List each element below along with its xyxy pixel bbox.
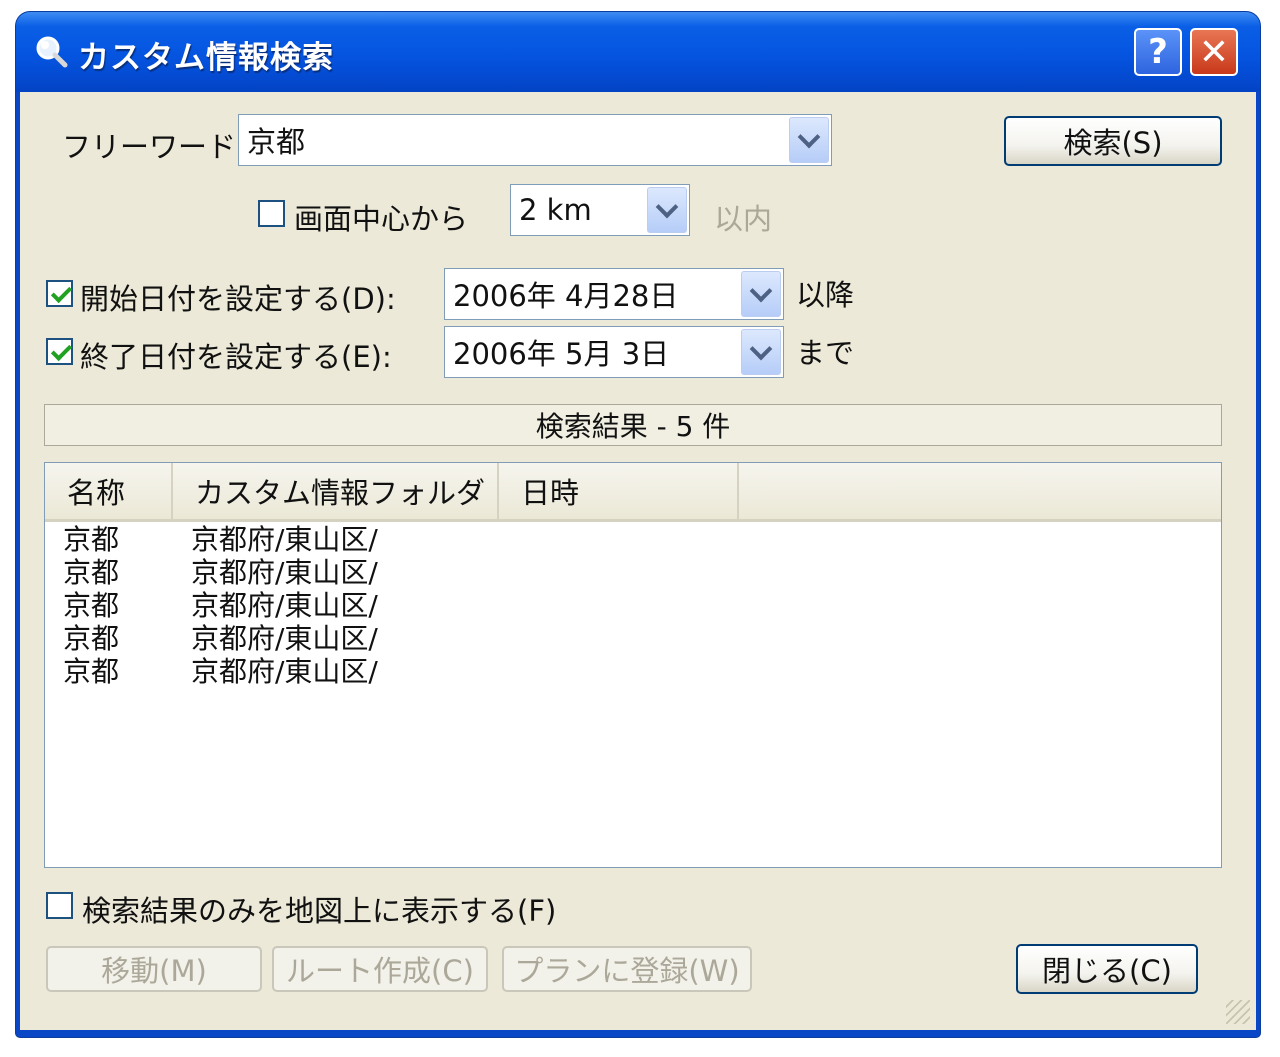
register-plan-button[interactable]: プランに登録(W) <box>502 946 752 992</box>
column-header-folder[interactable]: カスタム情報フォルダ <box>173 463 499 519</box>
results-count-bar: 検索結果 - 5 件 <box>44 404 1222 446</box>
freeword-combobox[interactable]: 京都 <box>238 114 832 166</box>
distance-value: 2 km <box>519 193 592 227</box>
magnifier-icon <box>36 36 68 68</box>
end-date-picker[interactable]: 2006年 5月 3日 <box>444 326 784 378</box>
list-item[interactable]: 京都 京都府/東山区/ <box>45 622 1221 655</box>
move-button[interactable]: 移動(M) <box>46 946 262 992</box>
close-icon: ✕ <box>1198 31 1230 73</box>
center-checkbox[interactable] <box>258 200 285 227</box>
title-bar[interactable]: カスタム情報検索 ? ✕ <box>16 12 1260 92</box>
list-item[interactable]: 京都 京都府/東山区/ <box>45 523 1221 556</box>
end-date-label: 終了日付を設定する(E): <box>80 340 392 374</box>
chevron-down-icon <box>655 195 679 218</box>
end-date-suffix: まで <box>796 336 855 370</box>
freeword-label: フリーワード: <box>62 130 246 164</box>
end-date-value: 2006年 5月 3日 <box>453 337 670 371</box>
start-date-dropdown-button[interactable] <box>741 271 781 317</box>
close-button[interactable]: 閉じる(C) <box>1016 944 1198 994</box>
end-date-checkbox[interactable] <box>46 338 73 365</box>
distance-dropdown-button[interactable] <box>647 187 687 233</box>
within-label: 以内 <box>714 202 773 236</box>
create-route-button[interactable]: ルート作成(C) <box>272 946 488 992</box>
map-only-checkbox[interactable] <box>46 892 73 919</box>
chevron-down-icon <box>749 279 773 302</box>
column-header-datetime[interactable]: 日時 <box>499 463 739 519</box>
list-item[interactable]: 京都 京都府/東山区/ <box>45 655 1221 688</box>
list-rows: 京都 京都府/東山区/ 京都 京都府/東山区/ 京都 京都府/東山区/ 京都 京都府/東… <box>45 523 1221 688</box>
chevron-down-icon <box>749 337 773 360</box>
help-icon: ? <box>1148 32 1168 72</box>
start-date-picker[interactable]: 2006年 4月28日 <box>444 268 784 320</box>
custom-info-search-window: カスタム情報検索 ? ✕ フリーワード: 京都 検索(S) 画面中心から 2 k… <box>16 12 1260 1037</box>
results-count-text: 検索結果 - 5 件 <box>535 410 731 443</box>
search-button[interactable]: 検索(S) <box>1004 116 1222 166</box>
start-date-label: 開始日付を設定する(D): <box>80 282 396 316</box>
chevron-down-icon <box>797 125 821 148</box>
end-date-dropdown-button[interactable] <box>741 329 781 375</box>
column-header-name[interactable]: 名称 <box>45 463 173 519</box>
center-checkbox-label: 画面中心から <box>294 202 469 236</box>
distance-combobox[interactable]: 2 km <box>510 184 690 236</box>
list-item[interactable]: 京都 京都府/東山区/ <box>45 589 1221 622</box>
start-date-suffix: 以降 <box>796 278 855 312</box>
list-item[interactable]: 京都 京都府/東山区/ <box>45 556 1221 589</box>
resize-grip-icon[interactable] <box>1226 1000 1250 1024</box>
freeword-dropdown-button[interactable] <box>789 117 829 163</box>
close-window-button[interactable]: ✕ <box>1190 28 1238 76</box>
help-button[interactable]: ? <box>1134 28 1182 76</box>
start-date-value: 2006年 4月28日 <box>453 279 679 313</box>
map-only-label: 検索結果のみを地図上に表示する(F) <box>82 894 557 928</box>
start-date-checkbox[interactable] <box>46 280 73 307</box>
freeword-value: 京都 <box>247 125 306 159</box>
list-header: 名称 カスタム情報フォルダ 日時 <box>45 463 1221 522</box>
dialog-body: フリーワード: 京都 検索(S) 画面中心から 2 km 以内 開始日付を設定す… <box>20 92 1256 1030</box>
window-title: カスタム情報検索 <box>78 40 334 76</box>
results-listview[interactable]: 名称 カスタム情報フォルダ 日時 京都 京都府/東山区/ 京都 京都府/東山区/ 京… <box>44 462 1222 868</box>
